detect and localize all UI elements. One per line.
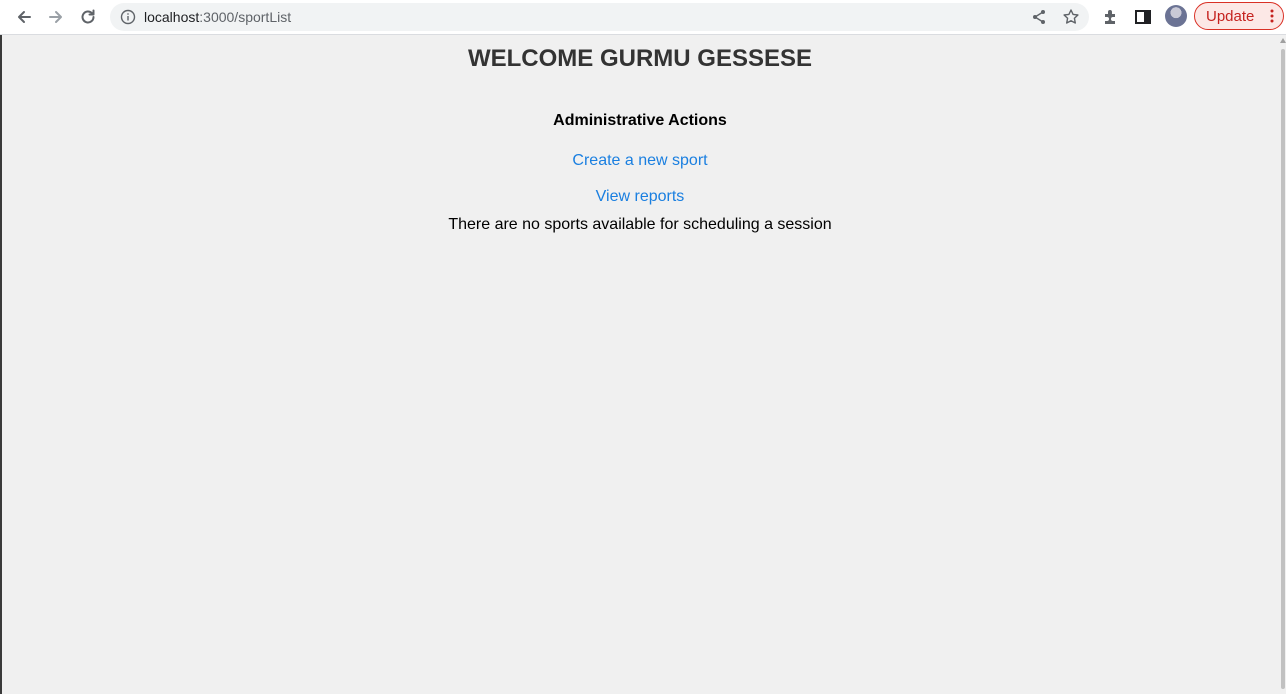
url-host: localhost xyxy=(144,9,200,25)
reload-button[interactable] xyxy=(76,5,100,29)
create-sport-link-row: Create a new sport xyxy=(2,152,1278,170)
avatar[interactable] xyxy=(1165,5,1187,27)
create-sport-link[interactable]: Create a new sport xyxy=(572,152,707,169)
page-content: WELCOME GURMU GESSESE Administrative Act… xyxy=(2,35,1278,694)
more-vert-icon[interactable] xyxy=(1270,9,1274,23)
url-path: :3000/sportList xyxy=(199,9,292,25)
back-button[interactable] xyxy=(12,5,36,29)
update-button[interactable]: Update xyxy=(1194,2,1284,30)
view-reports-link-row: View reports xyxy=(2,188,1278,206)
scrollbar-thumb[interactable] xyxy=(1281,49,1285,689)
forward-arrow-icon xyxy=(49,11,62,23)
extensions-icon[interactable] xyxy=(1101,7,1121,27)
back-arrow-icon xyxy=(18,11,31,23)
url-text[interactable]: localhost:3000/sportList xyxy=(144,9,291,25)
side-panel-icon[interactable] xyxy=(1133,7,1153,27)
address-bar[interactable]: localhost:3000/sportList xyxy=(110,3,1089,31)
admin-actions-heading: Administrative Actions xyxy=(553,112,727,129)
star-icon[interactable] xyxy=(1062,8,1080,26)
update-label: Update xyxy=(1206,7,1255,25)
browser-toolbar: localhost:3000/sportList Update xyxy=(0,0,1286,35)
empty-state-message: There are no sports available for schedu… xyxy=(448,216,832,233)
forward-button[interactable] xyxy=(44,5,68,29)
vertical-scrollbar[interactable] xyxy=(1280,35,1286,694)
page-title: WELCOME GURMU GESSESE xyxy=(467,45,813,72)
share-icon[interactable] xyxy=(1030,8,1048,26)
reload-icon xyxy=(81,9,95,24)
view-reports-link[interactable]: View reports xyxy=(596,188,685,205)
scroll-up-arrow-icon[interactable] xyxy=(1280,35,1286,45)
info-icon[interactable] xyxy=(120,9,136,25)
